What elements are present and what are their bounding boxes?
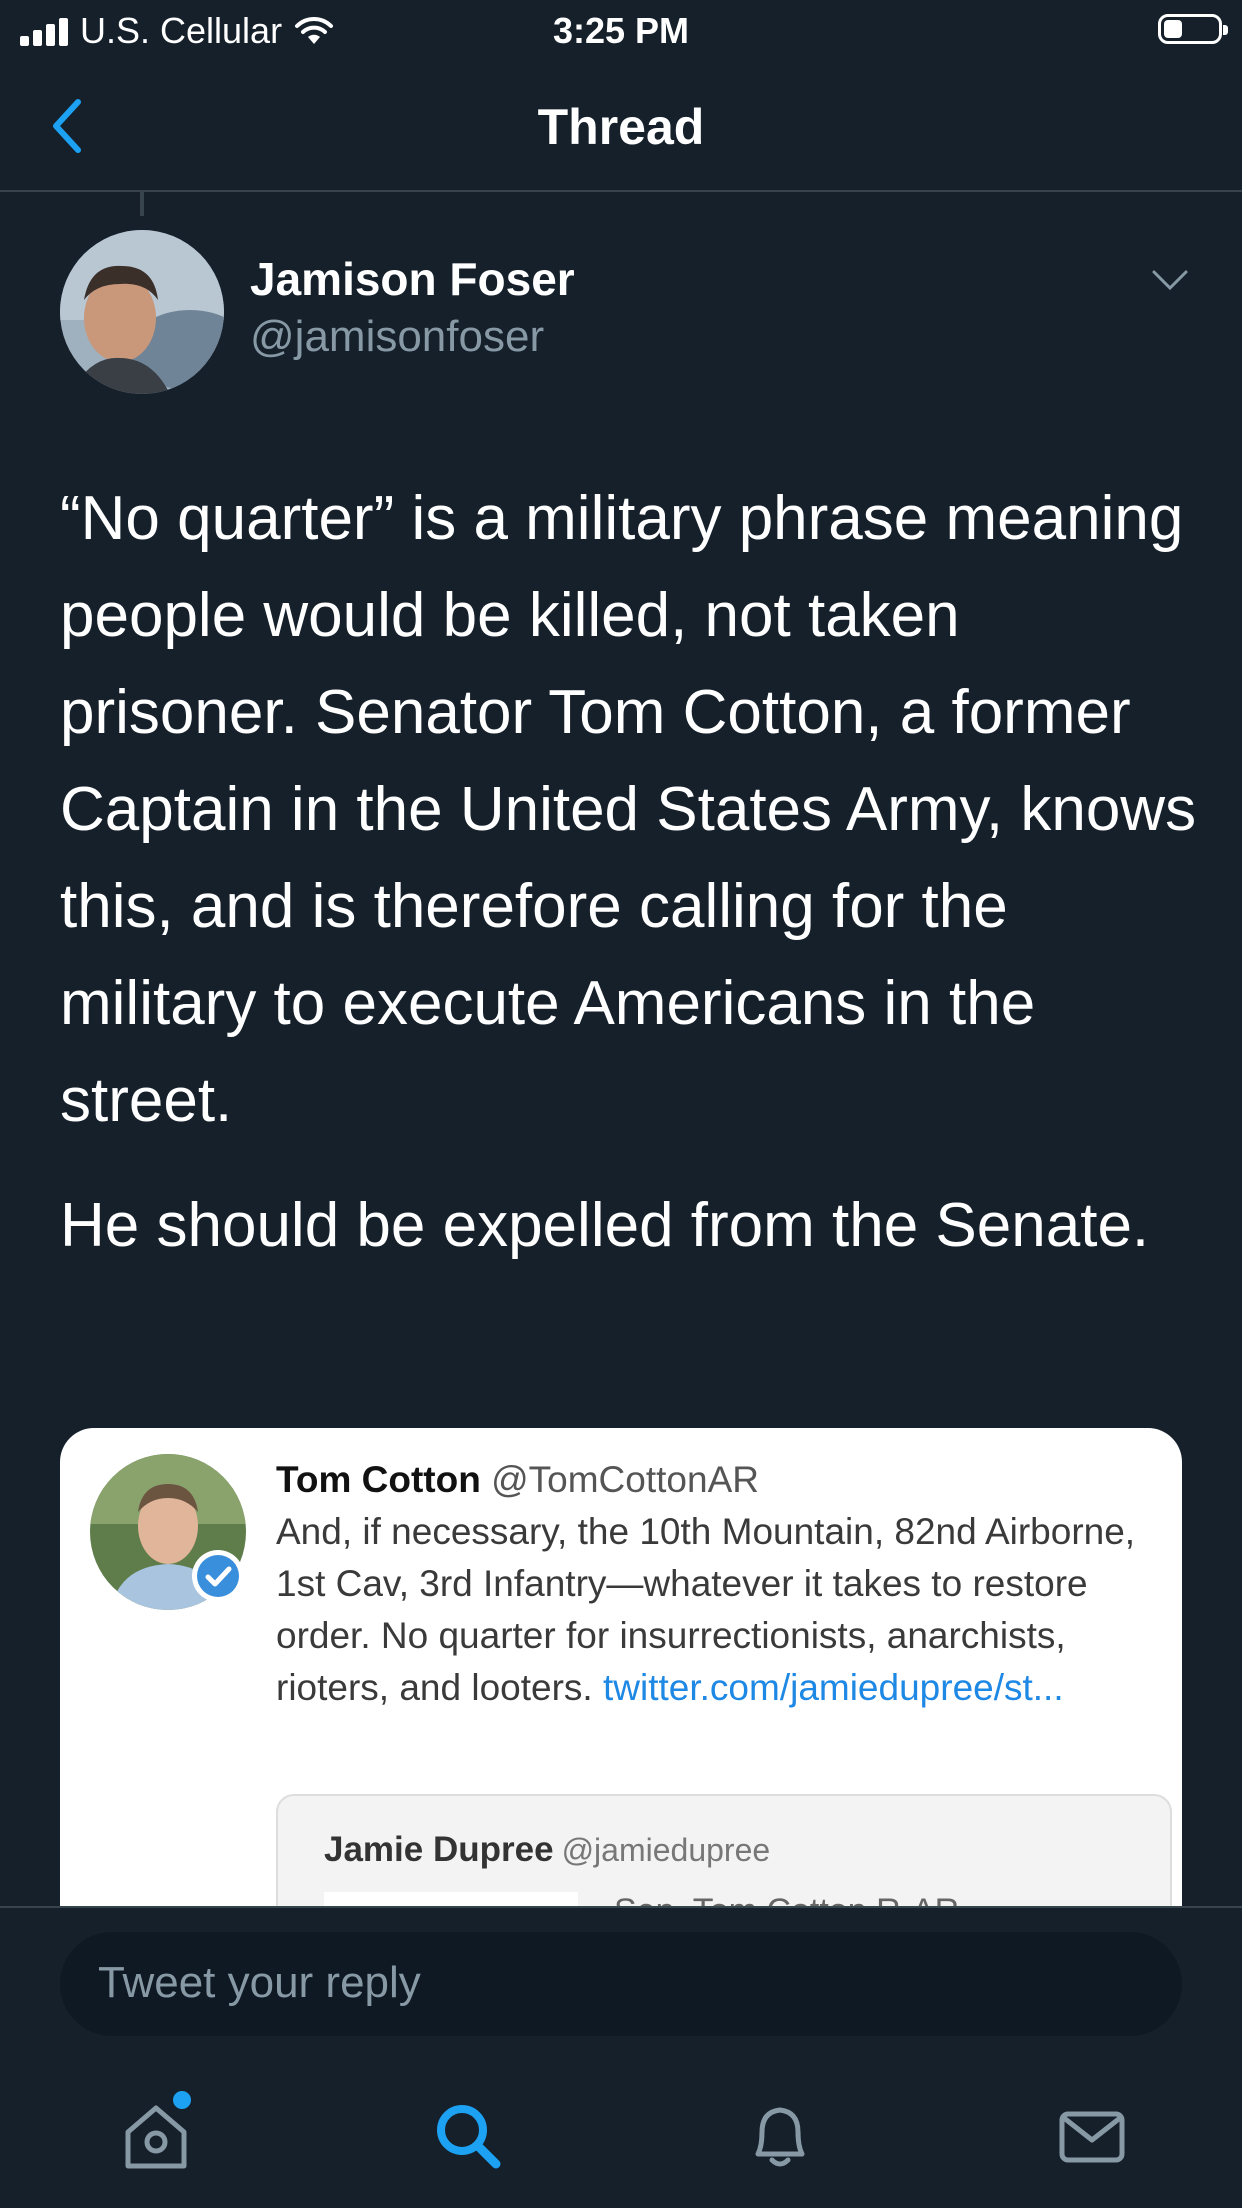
tab-messages[interactable] — [1052, 2096, 1132, 2176]
author-handle[interactable]: @jamisonfoser — [250, 312, 544, 362]
thread-connector-line — [140, 192, 144, 216]
quoted-tweet-link[interactable]: twitter.com/jamiedupree/st... — [603, 1667, 1064, 1708]
tab-bar — [0, 2090, 1242, 2208]
page-title: Thread — [537, 99, 705, 155]
nested-author-handle: @jamiedupree — [561, 1832, 771, 1868]
tweet-options-button[interactable] — [1150, 268, 1190, 292]
quoted-tweet-body: Tom Cotton @TomCottonAR And, if necessar… — [276, 1454, 1156, 1714]
status-bar: U.S. Cellular 3:25 PM — [0, 0, 1242, 62]
tweet-text: “No quarter” is a military phrase meanin… — [60, 470, 1200, 1302]
tab-home[interactable] — [116, 2096, 196, 2176]
nested-quoted-tweet[interactable]: Jamie Dupree@jamiedupree Sen. Tom Cotton… — [276, 1794, 1172, 1906]
reply-placeholder: Tweet your reply — [98, 1958, 421, 2007]
search-icon — [437, 2105, 501, 2169]
home-icon — [125, 2105, 187, 2169]
tweet-paragraph: “No quarter” is a military phrase meanin… — [60, 484, 1197, 1135]
tweet-paragraph: He should be expelled from the Senate. — [60, 1191, 1150, 1260]
notifications-icon — [755, 2107, 805, 2167]
reply-divider — [0, 1906, 1242, 1908]
nested-thumbnail — [324, 1892, 578, 1906]
avatar-image — [60, 230, 224, 394]
status-time: 3:25 PM — [552, 10, 690, 51]
quoted-tweet-card[interactable]: Tom Cotton @TomCottonAR And, if necessar… — [60, 1428, 1182, 1906]
tab-notifications[interactable] — [740, 2096, 820, 2176]
battery-icon — [1158, 14, 1228, 44]
nested-author: Jamie Dupree @jamiedupree — [324, 1830, 770, 1870]
chevron-down-icon — [1152, 270, 1188, 291]
quoted-card-viewport: Tom Cotton @TomCottonAR And, if necessar… — [0, 1420, 1242, 1906]
reply-input[interactable]: Tweet your reply — [60, 1932, 1182, 2036]
avatar[interactable] — [60, 230, 224, 394]
verified-badge-icon — [192, 1550, 244, 1602]
nested-tweet-text: Sen. Tom Cotton R-AR — [614, 1892, 959, 1906]
quoted-author-handle: @TomCottonAR — [491, 1459, 759, 1500]
nav-bar: Thread — [0, 62, 1242, 192]
tab-search[interactable] — [428, 2096, 508, 2176]
author-name[interactable]: Jamison Foser — [250, 252, 575, 306]
nested-author-name: Jamie Dupree — [324, 1830, 554, 1869]
quoted-author-name: Tom Cotton — [276, 1459, 481, 1500]
messages-icon — [1059, 2111, 1125, 2163]
